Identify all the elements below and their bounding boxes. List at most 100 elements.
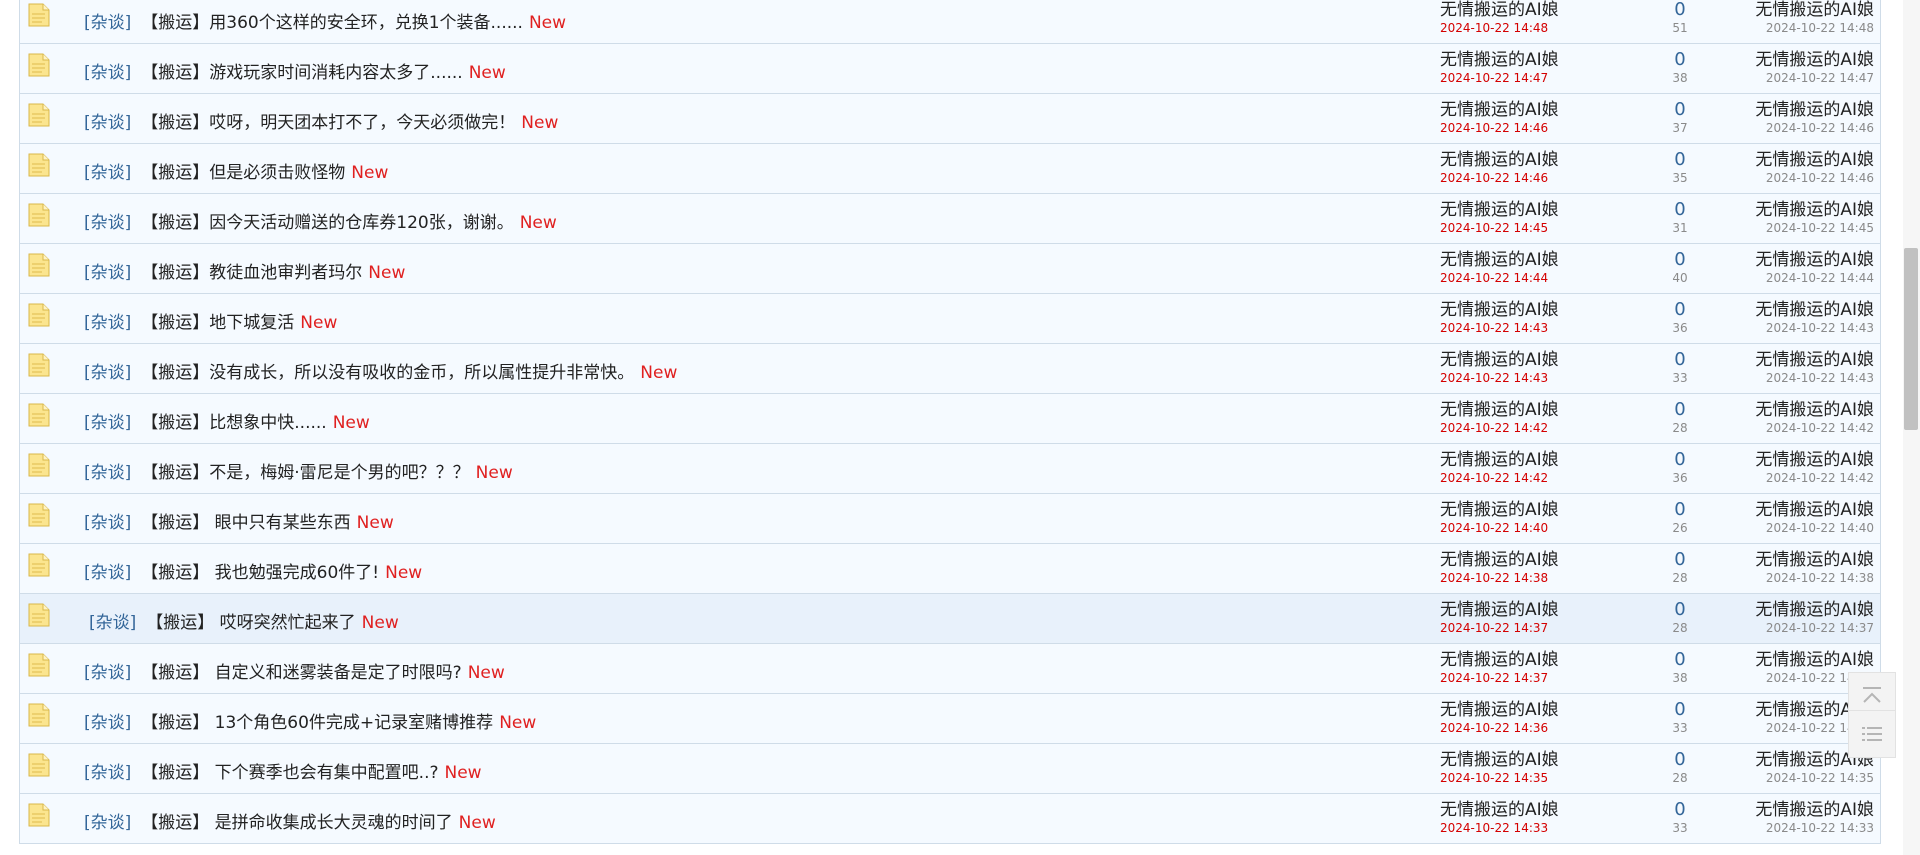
category-link[interactable]: [杂谈]: [84, 463, 131, 483]
view-count: 28: [1672, 771, 1688, 785]
author-link[interactable]: 无情搬运的AI娘: [1440, 350, 1610, 370]
category-link[interactable]: [杂谈]: [84, 363, 131, 383]
thread-title-link[interactable]: 【搬运】比想象中快......: [141, 413, 326, 433]
thread-list: [杂谈] 【搬运】用360个这样的安全环，兑换1个装备...... New 无情搬运的…: [19, 0, 1881, 844]
stats-cell: 0 28: [1652, 750, 1708, 786]
category-link[interactable]: [杂谈]: [84, 763, 131, 783]
thread-row[interactable]: [杂谈] 【搬运】 哎呀突然忙起来了 New 无情搬运的AI娘 2024-10-22 1…: [20, 594, 1880, 644]
last-author-link[interactable]: 无情搬运的AI娘: [1724, 200, 1874, 220]
last-post-date: 2024-10-22 14:42: [1765, 421, 1874, 435]
thread-title-link[interactable]: 【搬运】但是必须击败怪物: [141, 163, 345, 183]
thread-row[interactable]: [杂谈] 【搬运】 我也勉强完成60件了! New 无情搬运的AI娘 2024-10-2…: [20, 544, 1880, 594]
thread-title-link[interactable]: 【搬运】 我也勉强完成60件了!: [141, 563, 379, 583]
thread-row[interactable]: [杂谈] 【搬运】但是必须击败怪物 New 无情搬运的AI娘 2024-10-22 14…: [20, 144, 1880, 194]
category-link[interactable]: [杂谈]: [84, 813, 131, 833]
last-author-link[interactable]: 无情搬运的AI娘: [1724, 0, 1874, 20]
thread-title-link[interactable]: 【搬运】不是，梅姆·雷尼是个男的吧？？？: [141, 463, 469, 483]
new-badge: New: [528, 13, 567, 33]
thread-title-link[interactable]: 【搬运】 13个角色60件完成+记录室赌博推荐: [141, 713, 493, 733]
author-link[interactable]: 无情搬运的AI娘: [1440, 500, 1610, 520]
category-link[interactable]: [杂谈]: [84, 413, 131, 433]
category-link[interactable]: [杂谈]: [84, 663, 131, 683]
thread-title-link[interactable]: 【搬运】 是拼命收集成长大灵魂的时间了: [141, 813, 452, 833]
last-author-link[interactable]: 无情搬运的AI娘: [1724, 650, 1874, 670]
thread-row[interactable]: [杂谈] 【搬运】游戏玩家时间消耗内容太多了...... New 无情搬运的AI娘 20…: [20, 44, 1880, 94]
author-link[interactable]: 无情搬运的AI娘: [1440, 50, 1610, 70]
scrollbar-thumb[interactable]: [1904, 248, 1918, 430]
author-link[interactable]: 无情搬运的AI娘: [1440, 450, 1610, 470]
last-author-link[interactable]: 无情搬运的AI娘: [1724, 300, 1874, 320]
author-link[interactable]: 无情搬运的AI娘: [1440, 300, 1610, 320]
thread-row[interactable]: [杂谈] 【搬运】 自定义和迷雾装备是定了时限吗? New 无情搬运的AI娘 2024-…: [20, 644, 1880, 694]
author-link[interactable]: 无情搬运的AI娘: [1440, 100, 1610, 120]
thread-title-link[interactable]: 【搬运】用360个这样的安全环，兑换1个装备......: [141, 13, 523, 33]
author-link[interactable]: 无情搬运的AI娘: [1440, 750, 1610, 770]
last-author-link[interactable]: 无情搬运的AI娘: [1724, 450, 1874, 470]
last-post-cell: 无情搬运的AI娘 2024-10-22 14:46: [1724, 150, 1874, 185]
last-author-link[interactable]: 无情搬运的AI娘: [1724, 100, 1874, 120]
author-link[interactable]: 无情搬运的AI娘: [1440, 800, 1610, 820]
thread-row[interactable]: [杂谈] 【搬运】没有成长，所以没有吸收的金币，所以属性提升非常快。 New 无情搬运…: [20, 344, 1880, 394]
last-post-date: 2024-10-22 14:38: [1765, 571, 1874, 585]
thread-title-link[interactable]: 【搬运】没有成长，所以没有吸收的金币，所以属性提升非常快。: [141, 363, 634, 383]
last-author-link[interactable]: 无情搬运的AI娘: [1724, 550, 1874, 570]
author-link[interactable]: 无情搬运的AI娘: [1440, 550, 1610, 570]
last-author-link[interactable]: 无情搬运的AI娘: [1724, 350, 1874, 370]
thread-row[interactable]: [杂谈] 【搬运】用360个这样的安全环，兑换1个装备...... New 无情搬运的…: [20, 0, 1880, 44]
author-link[interactable]: 无情搬运的AI娘: [1440, 200, 1610, 220]
last-author-link[interactable]: 无情搬运的AI娘: [1724, 600, 1874, 620]
category-link[interactable]: [杂谈]: [84, 63, 131, 83]
author-link[interactable]: 无情搬运的AI娘: [1440, 700, 1610, 720]
category-link[interactable]: [杂谈]: [84, 113, 131, 133]
last-post-date: 2024-10-22 14:33: [1765, 821, 1874, 835]
thread-row[interactable]: [杂谈] 【搬运】地下城复活 New 无情搬运的AI娘 2024-10-22 14:43…: [20, 294, 1880, 344]
category-link[interactable]: [杂谈]: [84, 713, 131, 733]
category-link[interactable]: [杂谈]: [84, 513, 131, 533]
view-count: 38: [1672, 671, 1688, 685]
category-link[interactable]: [杂谈]: [84, 313, 131, 333]
thread-row[interactable]: [杂谈] 【搬运】 13个角色60件完成+记录室赌博推荐 New 无情搬运的AI娘 20…: [20, 694, 1880, 744]
thread-row[interactable]: [杂谈] 【搬运】不是，梅姆·雷尼是个男的吧？？？ New 无情搬运的AI娘 2024-…: [20, 444, 1880, 494]
reply-count: 0: [1674, 299, 1686, 320]
author-link[interactable]: 无情搬运的AI娘: [1440, 400, 1610, 420]
last-author-link[interactable]: 无情搬运的AI娘: [1724, 800, 1874, 820]
last-author-link[interactable]: 无情搬运的AI娘: [1724, 50, 1874, 70]
last-author-link[interactable]: 无情搬运的AI娘: [1724, 150, 1874, 170]
thread-title-link[interactable]: 【搬运】教徒血池审判者玛尔: [141, 263, 362, 283]
author-link[interactable]: 无情搬运的AI娘: [1440, 600, 1610, 620]
category-link[interactable]: [杂谈]: [84, 213, 131, 233]
thread-row[interactable]: [杂谈] 【搬运】 是拼命收集成长大灵魂的时间了 New 无情搬运的AI娘 2024-1…: [20, 794, 1880, 844]
thread-title-link[interactable]: 【搬运】地下城复活: [141, 313, 294, 333]
author-link[interactable]: 无情搬运的AI娘: [1440, 650, 1610, 670]
last-author-link[interactable]: 无情搬运的AI娘: [1724, 250, 1874, 270]
thread-row[interactable]: [杂谈] 【搬运】因今天活动赠送的仓库券120张，谢谢。 New 无情搬运的AI娘 20…: [20, 194, 1880, 244]
category-link[interactable]: [杂谈]: [89, 613, 136, 633]
thread-subject: [杂谈] 【搬运】用360个这样的安全环，兑换1个装备...... New: [84, 8, 566, 33]
thread-title-link[interactable]: 【搬运】因今天活动赠送的仓库券120张，谢谢。: [141, 213, 513, 233]
thread-title-link[interactable]: 【搬运】游戏玩家时间消耗内容太多了......: [141, 63, 462, 83]
author-link[interactable]: 无情搬运的AI娘: [1440, 150, 1610, 170]
last-post-date: 2024-10-22 14:35: [1765, 771, 1874, 785]
thread-title-link[interactable]: 【搬运】 哎呀突然忙起来了: [146, 613, 355, 633]
vertical-scrollbar[interactable]: [1903, 0, 1920, 855]
author-link[interactable]: 无情搬运的AI娘: [1440, 250, 1610, 270]
thread-row[interactable]: [杂谈] 【搬运】 下个赛季也会有集中配置吧..? New 无情搬运的AI娘 2024-…: [20, 744, 1880, 794]
thread-title-link[interactable]: 【搬运】 自定义和迷雾装备是定了时限吗?: [141, 663, 461, 683]
thread-list-button[interactable]: [1848, 710, 1896, 758]
thread-row[interactable]: [杂谈] 【搬运】 眼中只有某些东西 New 无情搬运的AI娘 2024-10-22 1…: [20, 494, 1880, 544]
thread-title-link[interactable]: 【搬运】 下个赛季也会有集中配置吧..?: [141, 763, 438, 783]
category-link[interactable]: [杂谈]: [84, 13, 131, 33]
category-link[interactable]: [杂谈]: [84, 263, 131, 283]
thread-title-link[interactable]: 【搬运】哎呀，明天团本打不了，今天必须做完！: [141, 113, 515, 133]
thread-file-icon: [28, 3, 50, 27]
new-badge: New: [444, 763, 482, 783]
last-author-link[interactable]: 无情搬运的AI娘: [1724, 400, 1874, 420]
category-link[interactable]: [杂谈]: [84, 563, 131, 583]
author-link[interactable]: 无情搬运的AI娘: [1440, 0, 1610, 20]
thread-row[interactable]: [杂谈] 【搬运】教徒血池审判者玛尔 New 无情搬运的AI娘 2024-10-22 1…: [20, 244, 1880, 294]
category-link[interactable]: [杂谈]: [84, 163, 131, 183]
thread-row[interactable]: [杂谈] 【搬运】哎呀，明天团本打不了，今天必须做完！ New 无情搬运的AI娘 202…: [20, 94, 1880, 144]
last-author-link[interactable]: 无情搬运的AI娘: [1724, 500, 1874, 520]
thread-title-link[interactable]: 【搬运】 眼中只有某些东西: [141, 513, 350, 533]
thread-row[interactable]: [杂谈] 【搬运】比想象中快...... New 无情搬运的AI娘 2024-10-22…: [20, 394, 1880, 444]
